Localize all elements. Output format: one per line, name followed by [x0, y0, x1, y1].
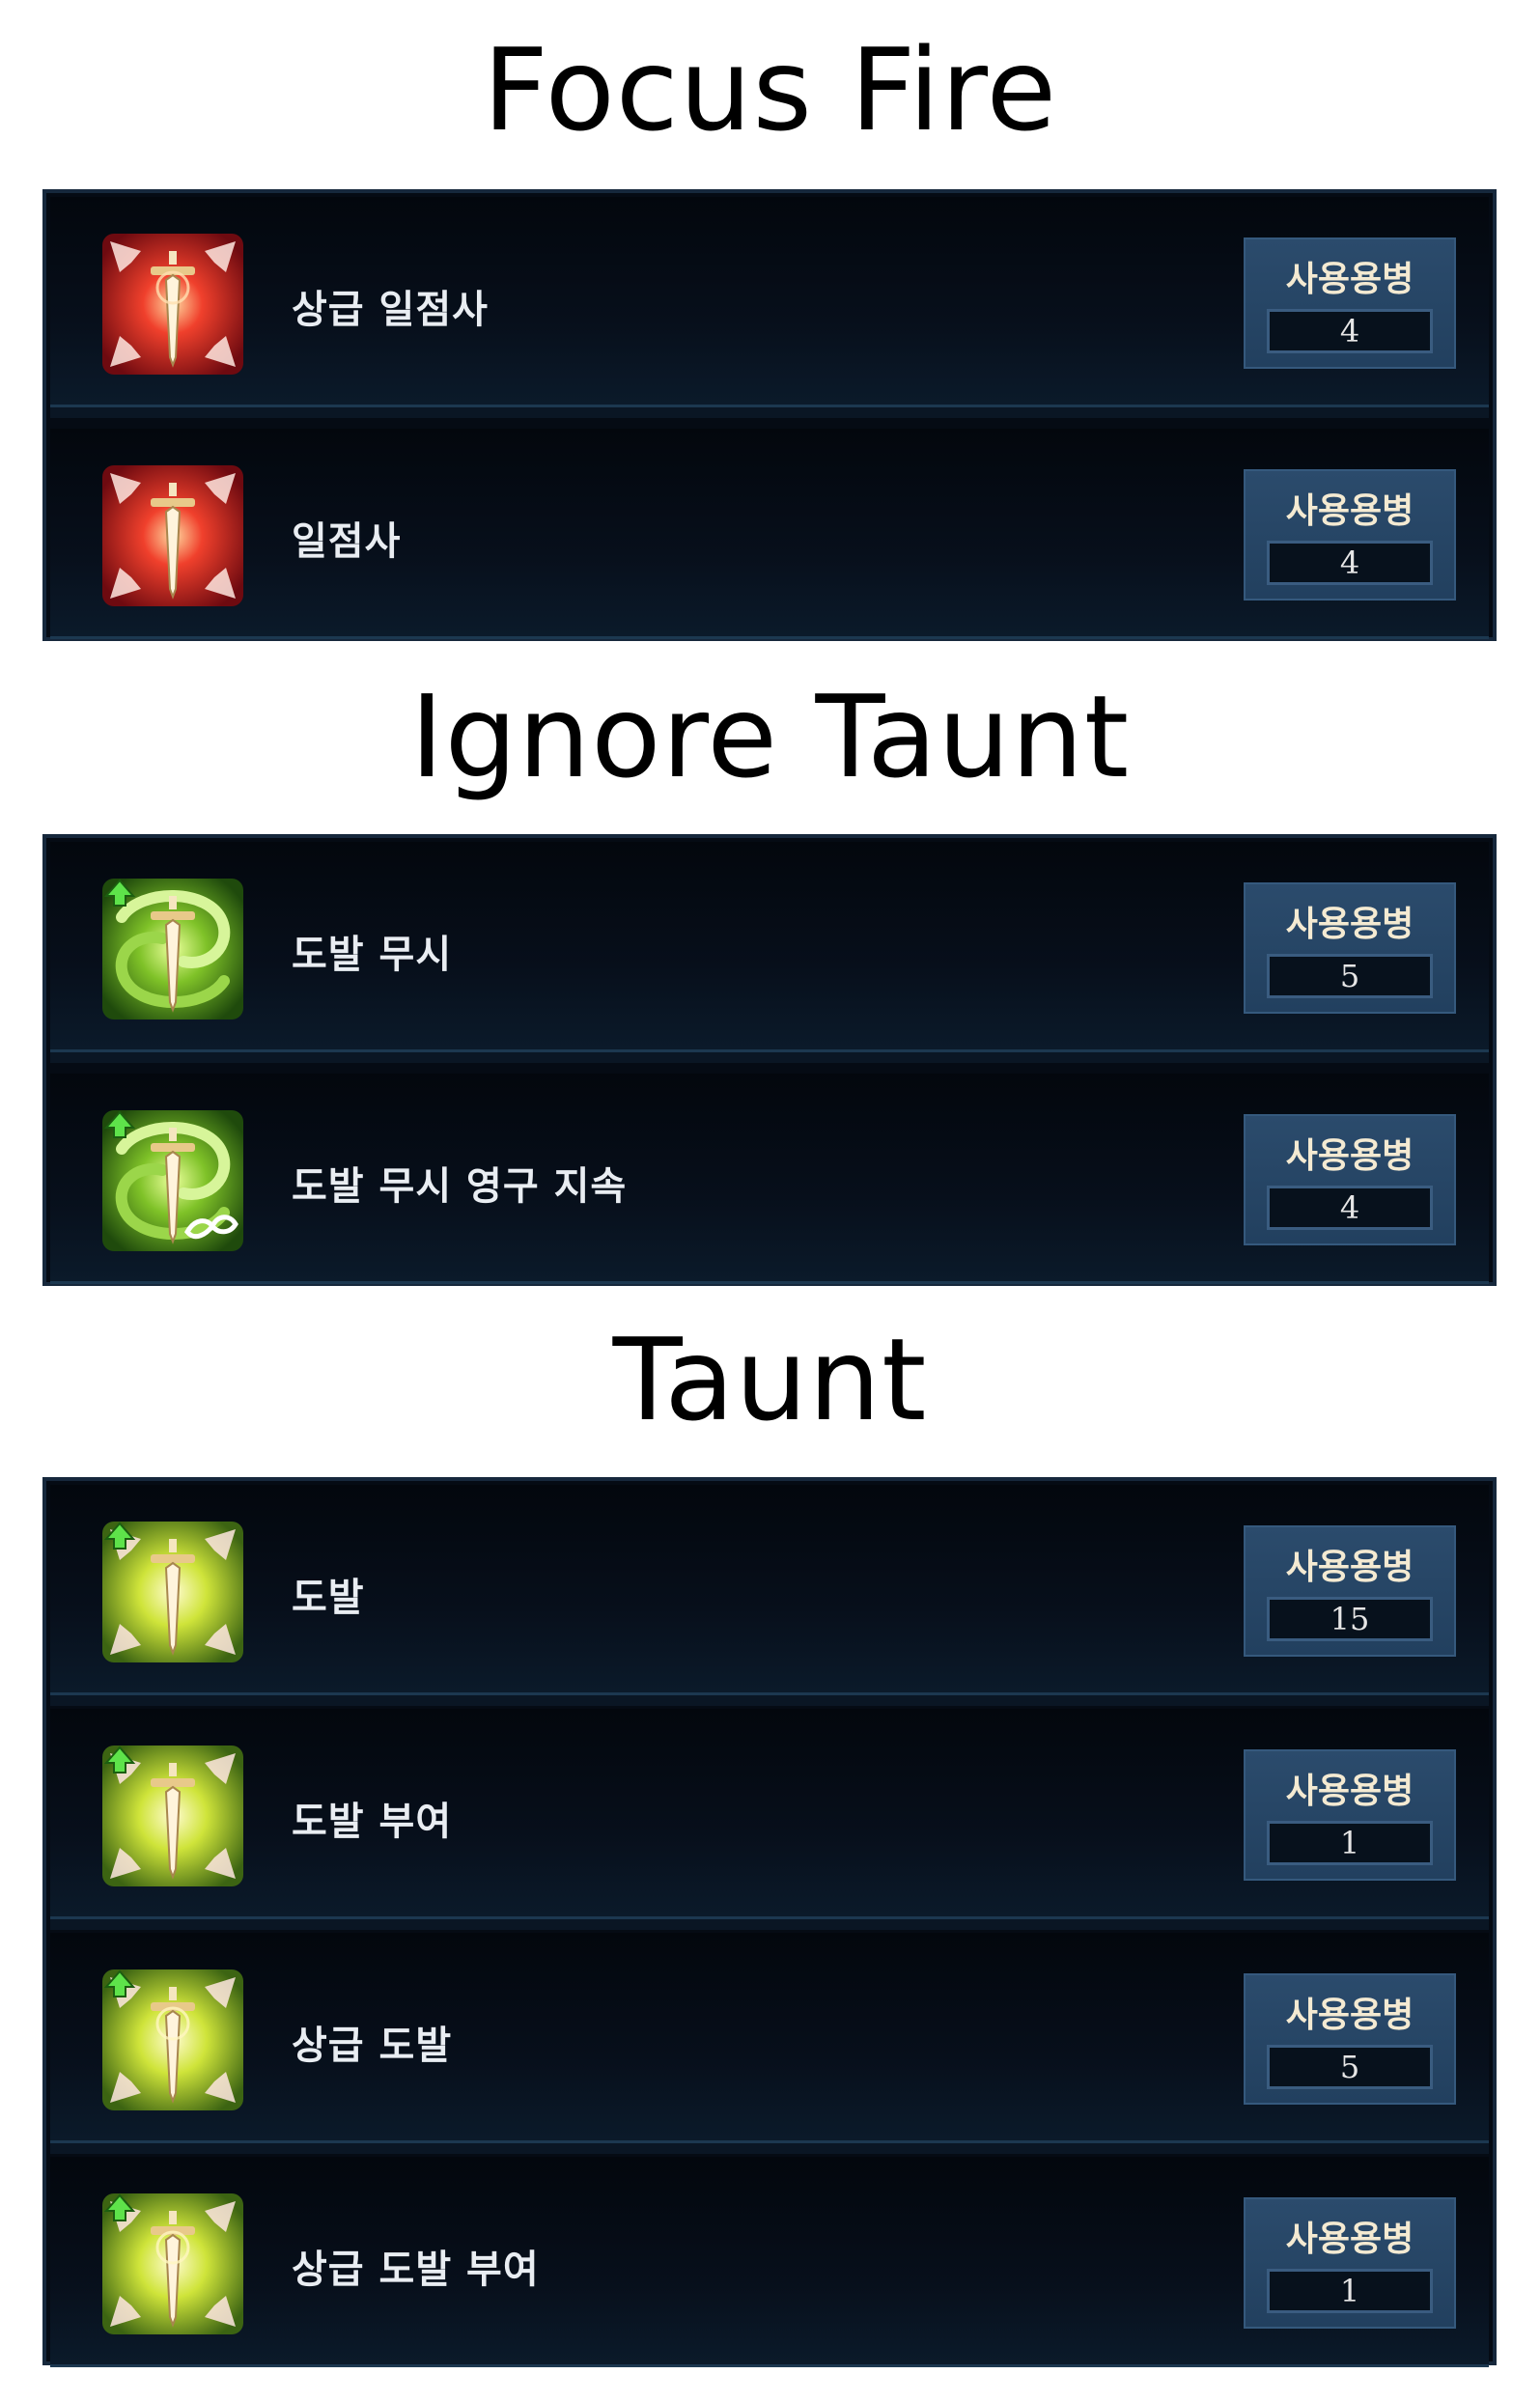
mercenary-count: 4	[1267, 541, 1433, 585]
skill-row[interactable]: 도발 사용용병 15	[50, 1485, 1489, 1706]
skill-name: 도발 부여	[292, 1800, 453, 1844]
mercenary-count: 4	[1267, 1186, 1433, 1230]
skill-name: 상급 일점사	[292, 288, 489, 332]
mercenary-count: 1	[1267, 1821, 1433, 1865]
skill-row[interactable]: 일점사 사용용병 4	[50, 429, 1489, 639]
section-title-focus-fire: Focus Fire	[482, 23, 1058, 156]
mercenary-badge: 사용용병 5	[1244, 882, 1456, 1014]
skill-panel-focus-fire: 상급 일점사 사용용병 4 일점사 사용용병 4	[42, 189, 1497, 641]
skill-name: 도발	[292, 1576, 365, 1620]
skill-row[interactable]: 상급 일점사 사용용병 4	[50, 197, 1489, 418]
mercenary-label: 사용용병	[1285, 2220, 1414, 2259]
skill-name: 상급 도발	[292, 2024, 453, 2068]
mercenary-badge: 사용용병 15	[1244, 1525, 1456, 1657]
mercenary-badge: 사용용병 5	[1244, 1973, 1456, 2105]
skill-row[interactable]: 상급 도발 부여 사용용병 1	[50, 2157, 1489, 2367]
mercenary-label: 사용용병	[1285, 1548, 1414, 1587]
taunt-advanced-icon	[102, 1969, 243, 2110]
mercenary-label: 사용용병	[1285, 1136, 1414, 1176]
ignore-taunt-permanent-icon	[102, 1110, 243, 1251]
skill-row[interactable]: 도발 부여 사용용병 1	[50, 1709, 1489, 1930]
grant-taunt-advanced-icon	[102, 2193, 243, 2334]
skill-name: 도발 무시 영구 지속	[292, 1164, 628, 1209]
mercenary-badge: 사용용병 4	[1244, 469, 1456, 600]
skill-row[interactable]: 도발 무시 영구 지속 사용용병 4	[50, 1074, 1489, 1284]
grant-taunt-icon	[102, 1746, 243, 1886]
skill-panel-ignore-taunt: 도발 무시 사용용병 5 도발 무시 영구 지속 사용용병 4	[42, 834, 1497, 1286]
taunt-icon	[102, 1522, 243, 1662]
mercenary-label: 사용용병	[1285, 260, 1414, 299]
mercenary-count: 1	[1267, 2269, 1433, 2313]
section-title-ignore-taunt: Ignore Taunt	[409, 670, 1131, 803]
skill-name: 상급 도발 부여	[292, 2248, 540, 2292]
skill-row[interactable]: 도발 무시 사용용병 5	[50, 842, 1489, 1063]
mercenary-count: 15	[1267, 1597, 1433, 1641]
mercenary-badge: 사용용병 1	[1244, 2197, 1456, 2329]
mercenary-count: 5	[1267, 954, 1433, 998]
skill-name: 일점사	[292, 519, 402, 564]
mercenary-badge: 사용용병 4	[1244, 1114, 1456, 1245]
ignore-taunt-icon	[102, 879, 243, 1019]
skill-name: 도발 무시	[292, 933, 453, 977]
skill-row[interactable]: 상급 도발 사용용병 5	[50, 1933, 1489, 2154]
mercenary-label: 사용용병	[1285, 1772, 1414, 1811]
mercenary-label: 사용용병	[1285, 905, 1414, 944]
mercenary-badge: 사용용병 4	[1244, 237, 1456, 369]
mercenary-badge: 사용용병 1	[1244, 1749, 1456, 1881]
focus-fire-icon	[102, 465, 243, 606]
mercenary-label: 사용용병	[1285, 1996, 1414, 2035]
mercenary-count: 4	[1267, 309, 1433, 353]
skill-panel-taunt: 도발 사용용병 15 도발 부여 사용용병 1 상급 도발 사용용병 5 상급 …	[42, 1477, 1497, 2367]
mercenary-label: 사용용병	[1285, 491, 1414, 531]
section-title-taunt: Taunt	[612, 1313, 928, 1446]
focus-fire-advanced-icon	[102, 234, 243, 375]
mercenary-count: 5	[1267, 2045, 1433, 2089]
